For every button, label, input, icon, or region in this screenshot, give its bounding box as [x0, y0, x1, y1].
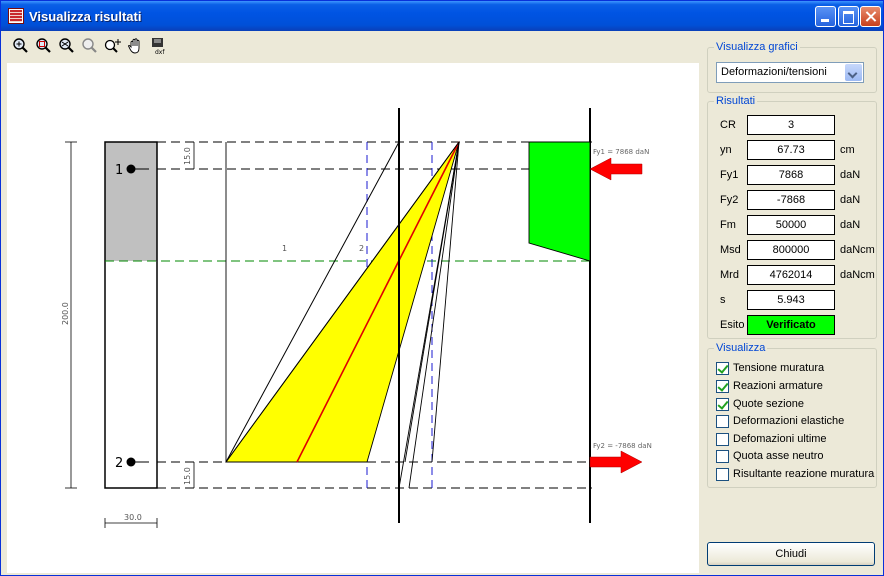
- force-arrow-top: [589, 157, 643, 181]
- rebar-2-label: 2: [115, 456, 123, 471]
- chevron-down-icon[interactable]: [845, 64, 862, 81]
- force-arrow-bottom: [589, 450, 643, 474]
- esito-badge: Verificato: [747, 315, 835, 335]
- option-deformazioni-ultime[interactable]: Defomazioni ultime: [716, 432, 876, 448]
- checkbox[interactable]: [716, 398, 729, 411]
- checkbox[interactable]: [716, 450, 729, 463]
- checkbox[interactable]: [716, 380, 729, 393]
- dim-width-label: 30.0: [124, 513, 142, 522]
- pan-hand-icon[interactable]: [126, 37, 146, 55]
- result-value: 5.943: [747, 290, 835, 310]
- result-row: yn 67.73 cm: [708, 139, 878, 161]
- result-label: CR: [720, 119, 736, 131]
- option-quota-asse-neutro[interactable]: Quota asse neutro: [716, 449, 876, 465]
- maximize-button[interactable]: [838, 6, 859, 27]
- result-unit: daNcm: [840, 269, 875, 281]
- option-label: Defomazioni ultime: [733, 433, 827, 445]
- title-bar[interactable]: Visualizza risultati: [1, 1, 883, 31]
- risultati-group: Risultati CR 3 yn 67.73 cm Fy1 7868 daN …: [707, 95, 878, 339]
- compressed-zone: [105, 142, 157, 261]
- option-risultante-reazione[interactable]: Risultante reazione muratura: [716, 467, 876, 483]
- export-dxf-icon[interactable]: dxf: [149, 37, 169, 56]
- visualizza-title: Visualizza: [714, 342, 768, 354]
- result-unit: daN: [840, 194, 861, 206]
- checkbox[interactable]: [716, 433, 729, 446]
- rebar-1-label: 1: [115, 163, 123, 178]
- zoom-extents-icon[interactable]: [57, 37, 77, 55]
- result-label: s: [720, 294, 726, 306]
- result-unit: daN: [840, 219, 861, 231]
- result-unit: daN: [840, 169, 861, 181]
- dim-total-label: 200.0: [61, 302, 70, 325]
- section-drawing[interactable]: 200.0 15.0 15.0 30.0 1 2 1 2 Fy1 = 7868 …: [7, 63, 699, 573]
- force-top-label: Fy1 = 7868 daN: [593, 148, 649, 156]
- minimize-button[interactable]: [815, 6, 836, 27]
- result-label: Fm: [720, 219, 736, 231]
- risultati-title: Risultati: [714, 95, 758, 107]
- toolbar: dxf: [7, 35, 699, 59]
- masonry-stress-block: [528, 141, 591, 262]
- esito-row: Esito Verificato: [708, 314, 878, 336]
- zoom-previous-icon[interactable]: [80, 37, 100, 55]
- checkbox[interactable]: [716, 362, 729, 375]
- result-label: Msd: [720, 244, 741, 256]
- checkbox[interactable]: [716, 468, 729, 481]
- result-row: Fy2 -7868 daN: [708, 189, 878, 211]
- option-label: Reazioni armature: [733, 380, 823, 392]
- close-window-button[interactable]: [860, 6, 881, 27]
- visualizza-group: Visualizza Tensione muratura Reazioni ar…: [707, 342, 877, 488]
- result-row: s 5.943: [708, 289, 878, 311]
- result-value: 4762014: [747, 265, 835, 285]
- result-label: Mrd: [720, 269, 739, 281]
- grafici-select-value: Deformazioni/tensioni: [721, 66, 827, 78]
- option-reazioni-armature[interactable]: Reazioni armature: [716, 379, 876, 395]
- result-unit: cm: [840, 144, 855, 156]
- result-row: Mrd 4762014 daNcm: [708, 264, 878, 286]
- option-deformazioni-elastiche[interactable]: Deformazioni elastiche: [716, 414, 876, 430]
- dim-bottom-label: 15.0: [183, 467, 192, 485]
- visualizza-grafici-group: Visualizza grafici Deformazioni/tensioni: [707, 41, 877, 93]
- result-value: 67.73: [747, 140, 835, 160]
- option-label: Quota asse neutro: [733, 450, 824, 462]
- esito-label: Esito: [720, 319, 745, 331]
- zoom-window-icon[interactable]: [34, 37, 54, 55]
- force-bottom-label: Fy2 = -7868 daN: [593, 442, 652, 450]
- option-label: Quote sezione: [733, 398, 804, 410]
- option-tensione-muratura[interactable]: Tensione muratura: [716, 361, 876, 377]
- right-panel: Visualizza grafici Deformazioni/tensioni…: [703, 35, 883, 575]
- app-icon: [8, 8, 24, 24]
- strain-label-1: 1: [282, 244, 287, 253]
- zoom-in-icon[interactable]: [11, 37, 31, 55]
- result-label: Fy2: [720, 194, 739, 206]
- svg-text:dxf: dxf: [155, 49, 165, 55]
- result-value: 50000: [747, 215, 835, 235]
- result-unit: daNcm: [840, 244, 875, 256]
- result-row: Msd 800000 daNcm: [708, 239, 878, 261]
- result-row: Fy1 7868 daN: [708, 164, 878, 186]
- results-window: Visualizza risultati dxf 200.0 15.0 15.0…: [0, 0, 884, 576]
- result-value: -7868: [747, 190, 835, 210]
- strain-label-2: 2: [359, 244, 364, 253]
- result-label: yn: [720, 144, 732, 156]
- grafici-select[interactable]: Deformazioni/tensioni: [716, 62, 864, 83]
- result-row: Fm 50000 daN: [708, 214, 878, 236]
- visualizza-grafici-title: Visualizza grafici: [714, 41, 800, 53]
- result-value: 3: [747, 115, 835, 135]
- result-label: Fy1: [720, 169, 739, 181]
- option-label: Risultante reazione muratura: [733, 468, 875, 480]
- zoom-realtime-icon[interactable]: [103, 37, 123, 55]
- close-button[interactable]: Chiudi: [707, 542, 875, 566]
- checkbox[interactable]: [716, 415, 729, 428]
- result-row: CR 3: [708, 114, 878, 136]
- option-label: Tensione muratura: [733, 362, 825, 374]
- window-title: Visualizza risultati: [29, 9, 142, 24]
- result-value: 7868: [747, 165, 835, 185]
- dim-top-label: 15.0: [183, 147, 192, 165]
- result-value: 800000: [747, 240, 835, 260]
- option-label: Deformazioni elastiche: [733, 415, 845, 427]
- option-quote-sezione[interactable]: Quote sezione: [716, 397, 876, 413]
